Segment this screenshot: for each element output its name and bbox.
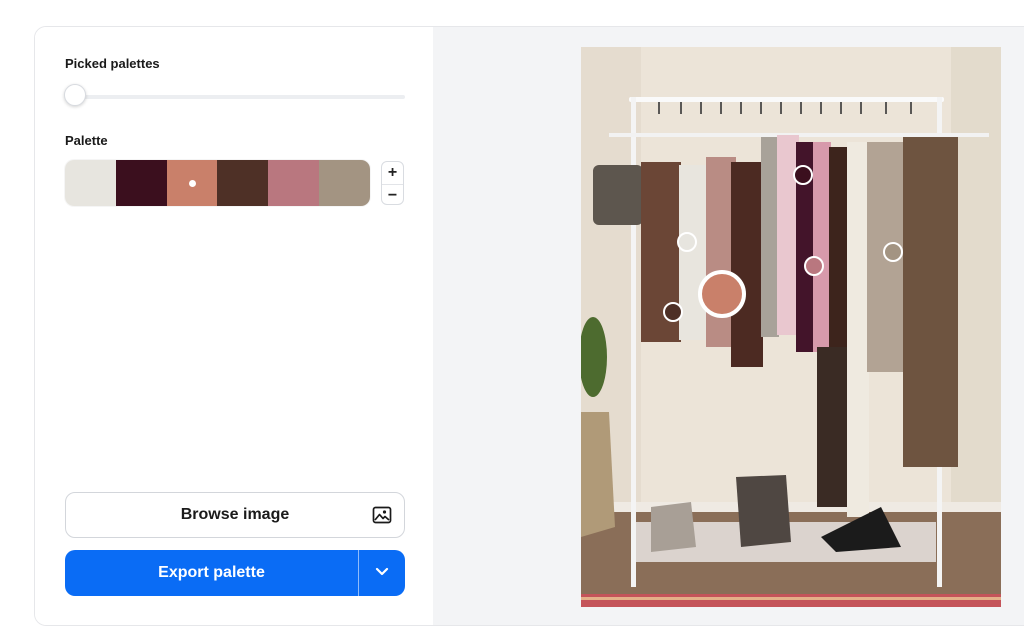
controls-panel: Picked palettes Palette + − Browse image: [35, 27, 433, 625]
remove-color-button[interactable]: −: [382, 184, 403, 204]
slider-thumb[interactable]: [64, 84, 86, 106]
source-image: [581, 47, 1001, 607]
export-options-dropdown[interactable]: [359, 550, 405, 596]
palette-swatch[interactable]: [217, 160, 269, 206]
palette-swatch[interactable]: [166, 160, 218, 206]
selected-swatch-dot: [188, 179, 196, 187]
palette-swatch[interactable]: [65, 160, 116, 206]
palette-size-stepper: + −: [381, 161, 404, 205]
picked-palettes-slider[interactable]: [65, 95, 405, 99]
browse-image-label: Browse image: [180, 506, 290, 523]
image-preview-panel: [433, 27, 1024, 625]
browse-image-button[interactable]: Browse image: [65, 492, 405, 538]
palette-label: Palette: [65, 133, 108, 148]
palette-swatch[interactable]: [319, 160, 370, 206]
palette-swatch[interactable]: [268, 160, 320, 206]
export-palette-button[interactable]: Export palette: [65, 550, 359, 596]
palette-swatch[interactable]: [115, 160, 167, 206]
palette-generator-card: Picked palettes Palette + − Browse image: [34, 26, 1024, 626]
picked-palettes-label: Picked palettes: [65, 56, 160, 71]
palette-strip: [65, 160, 370, 206]
image-icon: [372, 505, 392, 525]
add-color-button[interactable]: +: [382, 162, 403, 184]
chevron-down-icon: [375, 564, 389, 582]
export-palette-split-button: Export palette: [65, 550, 405, 596]
